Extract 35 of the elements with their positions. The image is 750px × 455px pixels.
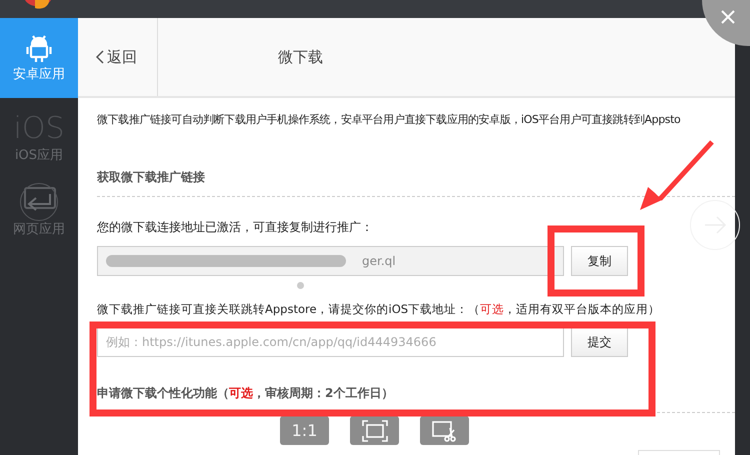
- logo-icon: [23, 0, 53, 10]
- note-text: 您的微下载连接地址已激活，可直接复制进行推广：: [97, 219, 373, 236]
- optional-label: 可选: [480, 302, 504, 316]
- previous-button[interactable]: [20, 183, 58, 221]
- actual-size-button[interactable]: 1:1: [280, 416, 329, 445]
- intro-text: 微下载推广链接可自动判断下载用户手机操作系统，安卓平台用户直接下载应用的安卓版，iOS平台用户可直接跳转到Appsto: [97, 112, 680, 127]
- close-icon: [720, 9, 736, 25]
- ios-hint-text: ，适用有双平台版本的应用）: [504, 302, 660, 316]
- next-button[interactable]: [690, 200, 740, 250]
- page-indicator-dot: [297, 282, 304, 289]
- sidebar-label: 安卓应用: [13, 66, 65, 82]
- url-field[interactable]: ger.ql: [97, 246, 564, 276]
- section-heading: ，审核周期：2个工作日）: [253, 386, 394, 400]
- sidebar-tab[interactable]: 网页应用: [0, 178, 78, 276]
- back-label: 返回: [107, 48, 137, 66]
- submit-button[interactable]: 提交: [571, 327, 628, 357]
- chevron-left-icon: [96, 50, 104, 64]
- monitor-icon: [21, 186, 57, 212]
- copy-button[interactable]: 复制: [571, 246, 628, 276]
- fit-screen-icon: [362, 420, 388, 442]
- page-title: 微下载: [278, 48, 323, 66]
- viewer-button[interactable]: [350, 416, 399, 445]
- section-heading: 获取微下载推广链接: [97, 169, 206, 186]
- sidebar-label: iOS应用: [14, 148, 64, 162]
- section-heading: 申请微下载个性化功能（: [97, 386, 229, 400]
- sidebar-label: 网页应用: [13, 222, 65, 237]
- back-button[interactable]: 返回: [96, 18, 158, 96]
- url-value: ger.ql: [362, 254, 396, 268]
- android-icon: [26, 34, 52, 62]
- sidebar-tab[interactable]: 安卓应用: [0, 18, 78, 98]
- appstore-url-field[interactable]: 例如：https://itunes.apple.com/cn/app/qq/id444934666: [97, 327, 564, 357]
- optional-label: 可选: [229, 386, 253, 400]
- screen-capture-icon: [432, 420, 458, 442]
- viewer-button[interactable]: [420, 416, 469, 445]
- ios-hint-text: 微下载推广链接可直接关联跳转Appstore，请提交你的iOS下载地址：（: [97, 302, 480, 316]
